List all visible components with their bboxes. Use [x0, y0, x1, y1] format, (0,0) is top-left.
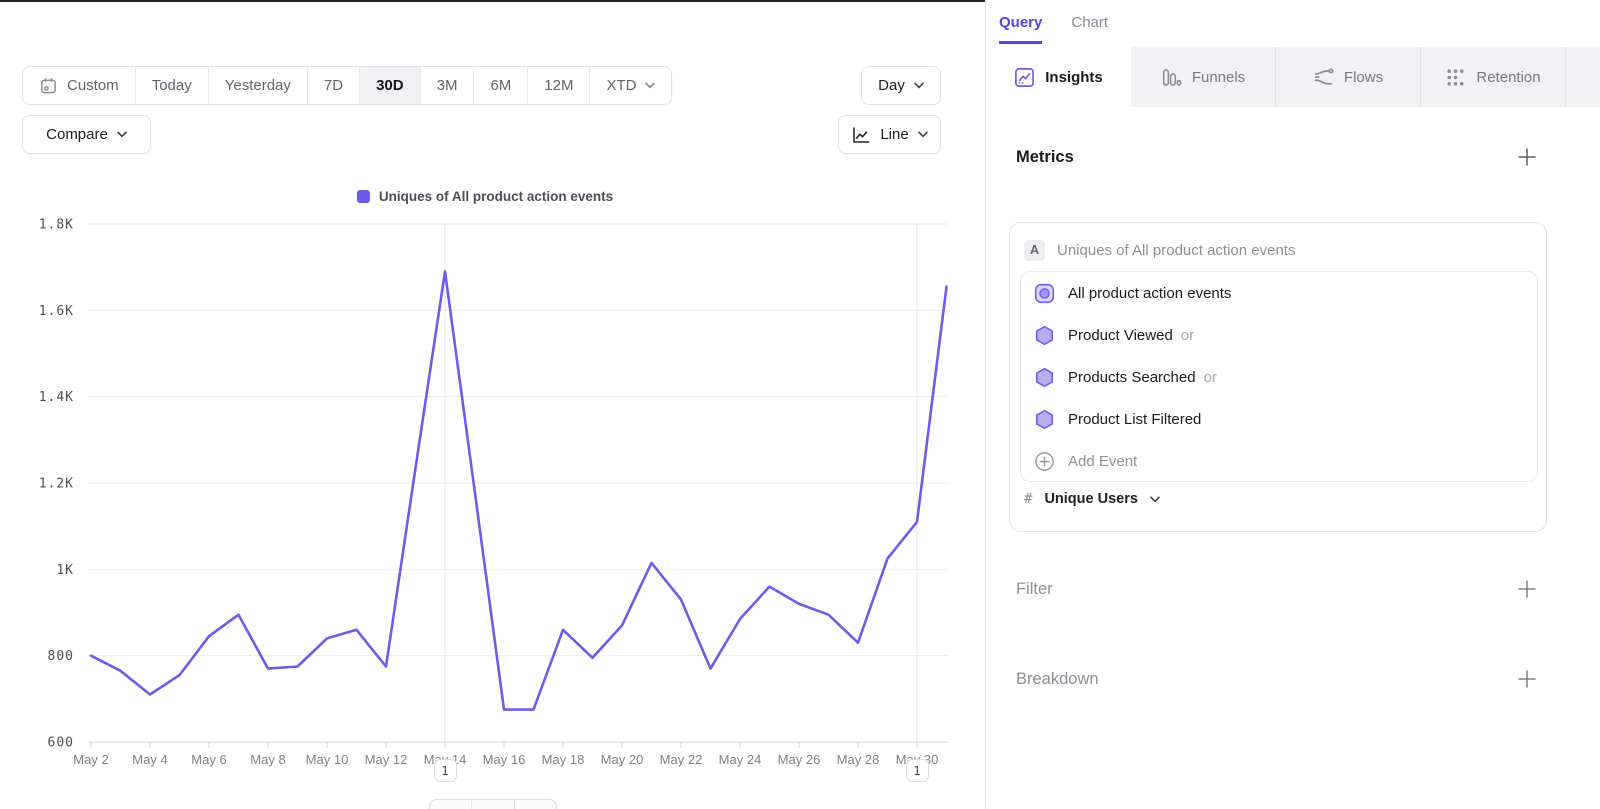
- range-12m[interactable]: 12M: [528, 67, 590, 104]
- tab-funnels[interactable]: Funnels: [1131, 47, 1276, 107]
- flows-icon: [1313, 67, 1334, 88]
- range-3m[interactable]: 3M: [421, 67, 475, 104]
- metric-card: A Uniques of All product action events A…: [1009, 222, 1547, 532]
- svg-text:May 24: May 24: [719, 752, 762, 767]
- report-type-tabs: Insights Funnels: [986, 47, 1600, 107]
- add-breakdown-button[interactable]: [1516, 668, 1538, 690]
- chart-panel: Custom Today Yesterday 7D 30D 3M 6M 12M …: [0, 0, 985, 809]
- chevron-down-icon: [918, 131, 928, 138]
- range-xtd[interactable]: XTD: [590, 67, 671, 104]
- event-hexagon-icon: [1034, 325, 1055, 346]
- svg-text:May 4: May 4: [132, 752, 167, 767]
- event-hexagon-icon: [1034, 367, 1055, 388]
- add-filter-button[interactable]: [1516, 578, 1538, 600]
- chevron-down-icon: [645, 82, 655, 89]
- tab-retention[interactable]: Retention: [1421, 47, 1566, 107]
- svg-text:1.6K: 1.6K: [39, 304, 74, 319]
- svg-text:1.8K: 1.8K: [39, 218, 74, 233]
- breakdown-heading: Breakdown: [1016, 670, 1099, 689]
- metrics-heading: Metrics: [1016, 148, 1074, 167]
- svg-text:May 6: May 6: [191, 752, 226, 767]
- svg-text:800: 800: [48, 649, 74, 664]
- date-range-picker: Custom Today Yesterday 7D 30D 3M 6M 12M …: [22, 66, 672, 105]
- funnels-icon: [1161, 67, 1182, 88]
- tab-chart[interactable]: Chart: [1071, 14, 1108, 44]
- range-30d[interactable]: 30D: [360, 67, 421, 104]
- chevron-down-icon: [117, 131, 127, 138]
- circle-plus-icon: [1034, 451, 1055, 472]
- range-today[interactable]: Today: [136, 67, 209, 104]
- chevron-down-icon: [1150, 496, 1160, 503]
- retention-icon: [1445, 67, 1466, 88]
- tab-query[interactable]: Query: [999, 14, 1042, 44]
- svg-text:1K: 1K: [56, 563, 74, 578]
- granularity-dropdown[interactable]: Day: [861, 66, 941, 105]
- all-events-icon: [1034, 283, 1055, 304]
- line-chart[interactable]: 600 800 1K 1.2K 1.4K 1.6K 1.8K May 2 May 4 May 6 M…: [0, 185, 985, 809]
- insights-icon: [1014, 67, 1035, 88]
- annotation-chip[interactable]: 1: [434, 759, 457, 782]
- event-row[interactable]: Product Viewed or: [1021, 314, 1537, 356]
- event-row[interactable]: All product action events: [1021, 272, 1537, 314]
- top-divider: [0, 0, 985, 2]
- svg-text:May 22: May 22: [660, 752, 703, 767]
- svg-text:600: 600: [48, 736, 74, 751]
- range-7d[interactable]: 7D: [308, 67, 360, 104]
- event-list: All product action events Product Viewed…: [1020, 271, 1538, 482]
- chart-footer-control[interactable]: [429, 799, 557, 809]
- range-custom[interactable]: Custom: [23, 67, 136, 104]
- svg-text:May 2: May 2: [73, 752, 108, 767]
- compare-dropdown[interactable]: Compare: [22, 115, 151, 154]
- svg-text:May 20: May 20: [601, 752, 644, 767]
- measure-dropdown[interactable]: # Unique Users: [1024, 491, 1160, 507]
- metric-badge: A: [1024, 240, 1045, 261]
- tab-flows[interactable]: Flows: [1276, 47, 1421, 107]
- svg-text:May 16: May 16: [483, 752, 526, 767]
- svg-text:1.2K: 1.2K: [39, 477, 74, 492]
- chart-type-dropdown[interactable]: Line: [838, 115, 941, 154]
- report-tabs-filler: [1566, 47, 1600, 107]
- filter-heading: Filter: [1016, 580, 1053, 599]
- svg-text:1.4K: 1.4K: [39, 390, 74, 405]
- hash-icon: #: [1024, 491, 1032, 507]
- svg-text:May 28: May 28: [837, 752, 880, 767]
- svg-text:May 8: May 8: [250, 752, 285, 767]
- svg-text:May 12: May 12: [365, 752, 408, 767]
- annotation-chip[interactable]: 1: [906, 759, 929, 782]
- line-chart-icon: [851, 125, 871, 145]
- svg-text:May 18: May 18: [542, 752, 585, 767]
- event-row[interactable]: Product List Filtered: [1021, 398, 1537, 440]
- metric-group-header[interactable]: A Uniques of All product action events: [1010, 223, 1546, 263]
- metric-group-title: Uniques of All product action events: [1057, 242, 1295, 259]
- event-hexagon-icon: [1034, 409, 1055, 430]
- panel-tabs: Query Chart: [986, 0, 1600, 44]
- range-yesterday[interactable]: Yesterday: [209, 67, 308, 104]
- event-row[interactable]: Products Searched or: [1021, 356, 1537, 398]
- add-event-button[interactable]: Add Event: [1021, 440, 1537, 482]
- chevron-down-icon: [914, 82, 924, 89]
- add-metric-button[interactable]: [1516, 146, 1538, 168]
- tab-insights[interactable]: Insights: [986, 47, 1131, 107]
- range-6m[interactable]: 6M: [474, 67, 528, 104]
- calendar-icon: [39, 76, 58, 95]
- query-panel: Query Chart Insights: [985, 0, 1600, 809]
- analytics-app: Custom Today Yesterday 7D 30D 3M 6M 12M …: [0, 0, 1600, 809]
- svg-text:May 26: May 26: [778, 752, 821, 767]
- svg-text:May 10: May 10: [306, 752, 349, 767]
- range-label: Custom: [67, 77, 119, 94]
